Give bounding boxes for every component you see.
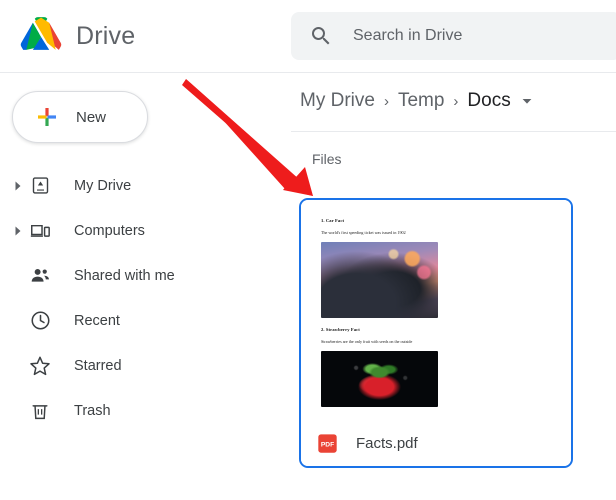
sidebar-item-label: Shared with me [74, 268, 175, 284]
sidebar-item-starred[interactable]: Starred [0, 343, 285, 388]
new-button-label: New [76, 109, 106, 126]
sidebar: New My Drive [0, 73, 285, 500]
breadcrumb-item-temp[interactable]: Temp [398, 90, 444, 112]
preview-heading-1: 1. Car Fact [321, 218, 551, 223]
sidebar-item-shared-with-me[interactable]: Shared with me [0, 253, 285, 298]
google-drive-logo-icon [20, 17, 62, 55]
breadcrumb-item-my-drive[interactable]: My Drive [300, 90, 375, 112]
chevron-down-icon[interactable] [521, 95, 533, 107]
my-drive-icon [28, 174, 52, 198]
preview-heading-2: 2. Strawberry Fact [321, 327, 551, 332]
section-title-files: Files [312, 151, 342, 167]
sidebar-item-computers[interactable]: Computers [0, 208, 285, 253]
computers-icon [28, 219, 52, 243]
google-drive-window: Drive New [0, 0, 616, 500]
car-driving-sunset-photo [321, 242, 438, 318]
svg-text:PDF: PDF [321, 441, 334, 448]
expand-caret-icon[interactable] [10, 223, 26, 239]
sidebar-item-recent[interactable]: Recent [0, 298, 285, 343]
sidebar-item-label: Recent [74, 313, 120, 329]
sidebar-nav-list: My Drive Computers [0, 163, 285, 433]
app-title: Drive [76, 22, 135, 51]
sidebar-item-trash[interactable]: Trash [0, 388, 285, 433]
breadcrumb-item-docs[interactable]: Docs [467, 90, 510, 112]
pdf-icon: PDF [317, 433, 338, 454]
sidebar-item-my-drive[interactable]: My Drive [0, 163, 285, 208]
expand-caret-icon[interactable] [10, 178, 26, 194]
sidebar-item-label: Trash [74, 403, 111, 419]
preview-body-2: Strawberries are the only fruit with see… [321, 339, 551, 344]
strawberry-photo [321, 351, 438, 407]
new-button[interactable]: New [12, 91, 148, 143]
search-icon [309, 24, 333, 48]
main-content: My Drive › Temp › Docs Files 1. Car Fact… [285, 73, 616, 500]
breadcrumb-divider [291, 131, 616, 132]
sidebar-item-label: Computers [74, 223, 145, 239]
breadcrumb-separator: › [453, 93, 458, 110]
file-name-label: Facts.pdf [356, 435, 418, 452]
plus-icon [35, 105, 59, 129]
star-icon [28, 354, 52, 378]
breadcrumb: My Drive › Temp › Docs [285, 73, 616, 129]
clock-icon [28, 309, 52, 333]
top-bar: Drive [0, 0, 616, 72]
file-thumbnail: 1. Car Fact The world's first speeding t… [301, 200, 571, 422]
sidebar-item-label: My Drive [74, 178, 131, 194]
preview-body-1: The world's first speeding ticket was is… [321, 230, 551, 235]
file-card-footer: PDF Facts.pdf [301, 420, 571, 466]
search-input[interactable] [353, 27, 583, 45]
search-bar[interactable] [291, 12, 616, 60]
document-preview-content: 1. Car Fact The world's first speeding t… [321, 218, 551, 407]
breadcrumb-separator: › [384, 93, 389, 110]
sidebar-item-label: Starred [74, 358, 122, 374]
shared-with-me-icon [28, 264, 52, 288]
file-card-facts-pdf[interactable]: 1. Car Fact The world's first speeding t… [299, 198, 573, 468]
trash-icon [28, 399, 52, 423]
brand-area[interactable]: Drive [0, 17, 285, 55]
